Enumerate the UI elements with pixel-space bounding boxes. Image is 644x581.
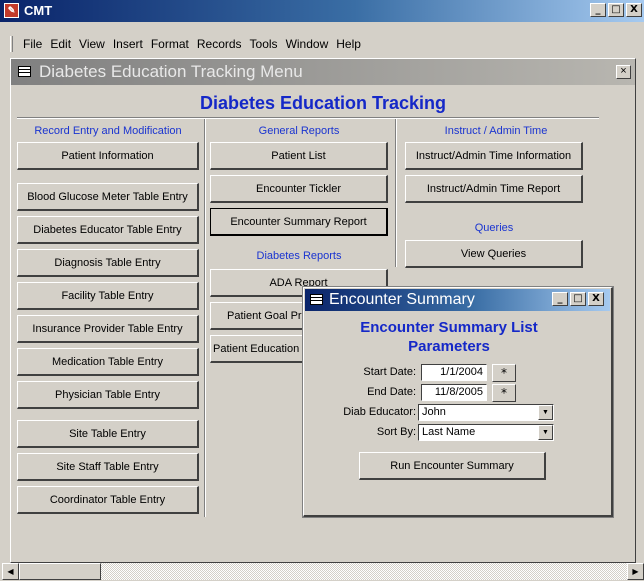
- form-title: Diabetes Education Tracking Menu: [39, 62, 303, 81]
- diagnosis-button[interactable]: Diagnosis Table Entry: [17, 249, 199, 277]
- dialog-minimize-button[interactable]: _: [552, 292, 568, 306]
- insurance-provider-button[interactable]: Insurance Provider Table Entry: [17, 315, 199, 343]
- minimize-button[interactable]: _: [590, 3, 606, 17]
- close-button[interactable]: X: [626, 3, 642, 17]
- start-date-label: Start Date:: [363, 366, 416, 378]
- column-divider-2: [395, 119, 397, 267]
- medication-button[interactable]: Medication Table Entry: [17, 348, 199, 376]
- encounter-summary-title: Encounter Summary: [329, 291, 475, 308]
- form-heading: Diabetes Education Tracking: [199, 93, 447, 113]
- maximize-button[interactable]: □: [608, 3, 624, 17]
- menu-insert[interactable]: Insert: [109, 37, 147, 51]
- run-encounter-summary-button[interactable]: Run Encounter Summary: [359, 452, 546, 480]
- physician-button[interactable]: Physician Table Entry: [17, 381, 199, 409]
- heading-line-2: Parameters: [408, 338, 490, 355]
- dialog-close-button[interactable]: X: [588, 292, 604, 306]
- instruct-admin-time-information-button[interactable]: Instruct/Admin Time Information: [405, 142, 583, 170]
- heading-line-1: Encounter Summary List: [360, 319, 538, 336]
- site-button[interactable]: Site Table Entry: [17, 420, 199, 448]
- encounter-summary-report-button[interactable]: Encounter Summary Report: [210, 208, 388, 236]
- form-icon: [18, 66, 31, 77]
- start-date-calendar-button[interactable]: *: [492, 364, 516, 382]
- instruct-admin-time-report-button[interactable]: Instruct/Admin Time Report: [405, 175, 583, 203]
- menu-view[interactable]: View: [75, 37, 109, 51]
- coordinator-button[interactable]: Coordinator Table Entry: [17, 486, 199, 514]
- end-date-label: End Date:: [367, 386, 416, 398]
- chevron-down-icon[interactable]: ▼: [538, 405, 553, 420]
- form-icon: [310, 294, 323, 305]
- diabetes-educator-button[interactable]: Diabetes Educator Table Entry: [17, 216, 199, 244]
- scroll-left-arrow-icon[interactable]: ◀: [2, 563, 19, 580]
- dialog-maximize-button[interactable]: □: [570, 292, 586, 306]
- encounter-tickler-button[interactable]: Encounter Tickler: [210, 175, 388, 203]
- sort-by-label: Sort By:: [376, 426, 416, 438]
- form-close-button[interactable]: ×: [616, 65, 631, 79]
- site-staff-button[interactable]: Site Staff Table Entry: [17, 453, 199, 481]
- scroll-thumb[interactable]: [19, 563, 101, 580]
- menu-grip[interactable]: [10, 36, 13, 52]
- instruct-admin-header: Instruct / Admin Time: [444, 125, 548, 137]
- facility-button[interactable]: Facility Table Entry: [17, 282, 199, 310]
- diabetes-reports-header: Diabetes Reports: [256, 250, 342, 262]
- menu-records[interactable]: Records: [193, 37, 246, 51]
- chevron-down-icon[interactable]: ▼: [538, 425, 553, 440]
- horizontal-scrollbar[interactable]: ◀ ▶: [2, 563, 644, 580]
- form-title-bar[interactable]: Diabetes Education Tracking Menu ×: [11, 59, 635, 85]
- menu-window[interactable]: Window: [282, 37, 333, 51]
- encounter-summary-title-bar[interactable]: Encounter Summary _ □ X: [305, 289, 610, 311]
- menu-edit[interactable]: Edit: [46, 37, 75, 51]
- blood-glucose-meter-button[interactable]: Blood Glucose Meter Table Entry: [17, 183, 199, 211]
- patient-list-button[interactable]: Patient List: [210, 142, 388, 170]
- menu-format[interactable]: Format: [147, 37, 193, 51]
- end-date-field[interactable]: 11/8/2005: [421, 384, 487, 401]
- menu-tools[interactable]: Tools: [246, 37, 282, 51]
- menu-help[interactable]: Help: [332, 37, 365, 51]
- queries-header: Queries: [474, 222, 514, 234]
- diab-educator-select[interactable]: John ▼: [418, 404, 554, 421]
- encounter-summary-heading: Encounter Summary List Parameters: [304, 318, 594, 356]
- end-date-calendar-button[interactable]: *: [492, 384, 516, 402]
- scroll-right-arrow-icon[interactable]: ▶: [627, 563, 644, 580]
- diab-educator-value: John: [422, 406, 446, 418]
- patient-information-button[interactable]: Patient Information: [17, 142, 199, 170]
- column-divider-1: [204, 119, 206, 517]
- sort-by-value: Last Name: [422, 426, 476, 438]
- record-entry-header: Record Entry and Modification: [34, 125, 182, 137]
- view-queries-button[interactable]: View Queries: [405, 240, 583, 268]
- header-divider: [17, 117, 599, 119]
- app-icon[interactable]: ✎: [4, 3, 19, 18]
- app-title-bar[interactable]: ✎ CMT _ □ X: [0, 0, 644, 22]
- sort-by-select[interactable]: Last Name ▼: [418, 424, 554, 441]
- menu-file[interactable]: File: [19, 37, 46, 51]
- general-reports-header: General Reports: [258, 125, 340, 137]
- app-title: CMT: [24, 3, 53, 18]
- diab-educator-label: Diab Educator:: [343, 406, 416, 418]
- menu-bar: File Edit View Insert Format Records Too…: [0, 33, 644, 55]
- encounter-summary-dialog: Encounter Summary _ □ X Encounter Summar…: [303, 287, 613, 517]
- start-date-field[interactable]: 1/1/2004: [421, 364, 487, 381]
